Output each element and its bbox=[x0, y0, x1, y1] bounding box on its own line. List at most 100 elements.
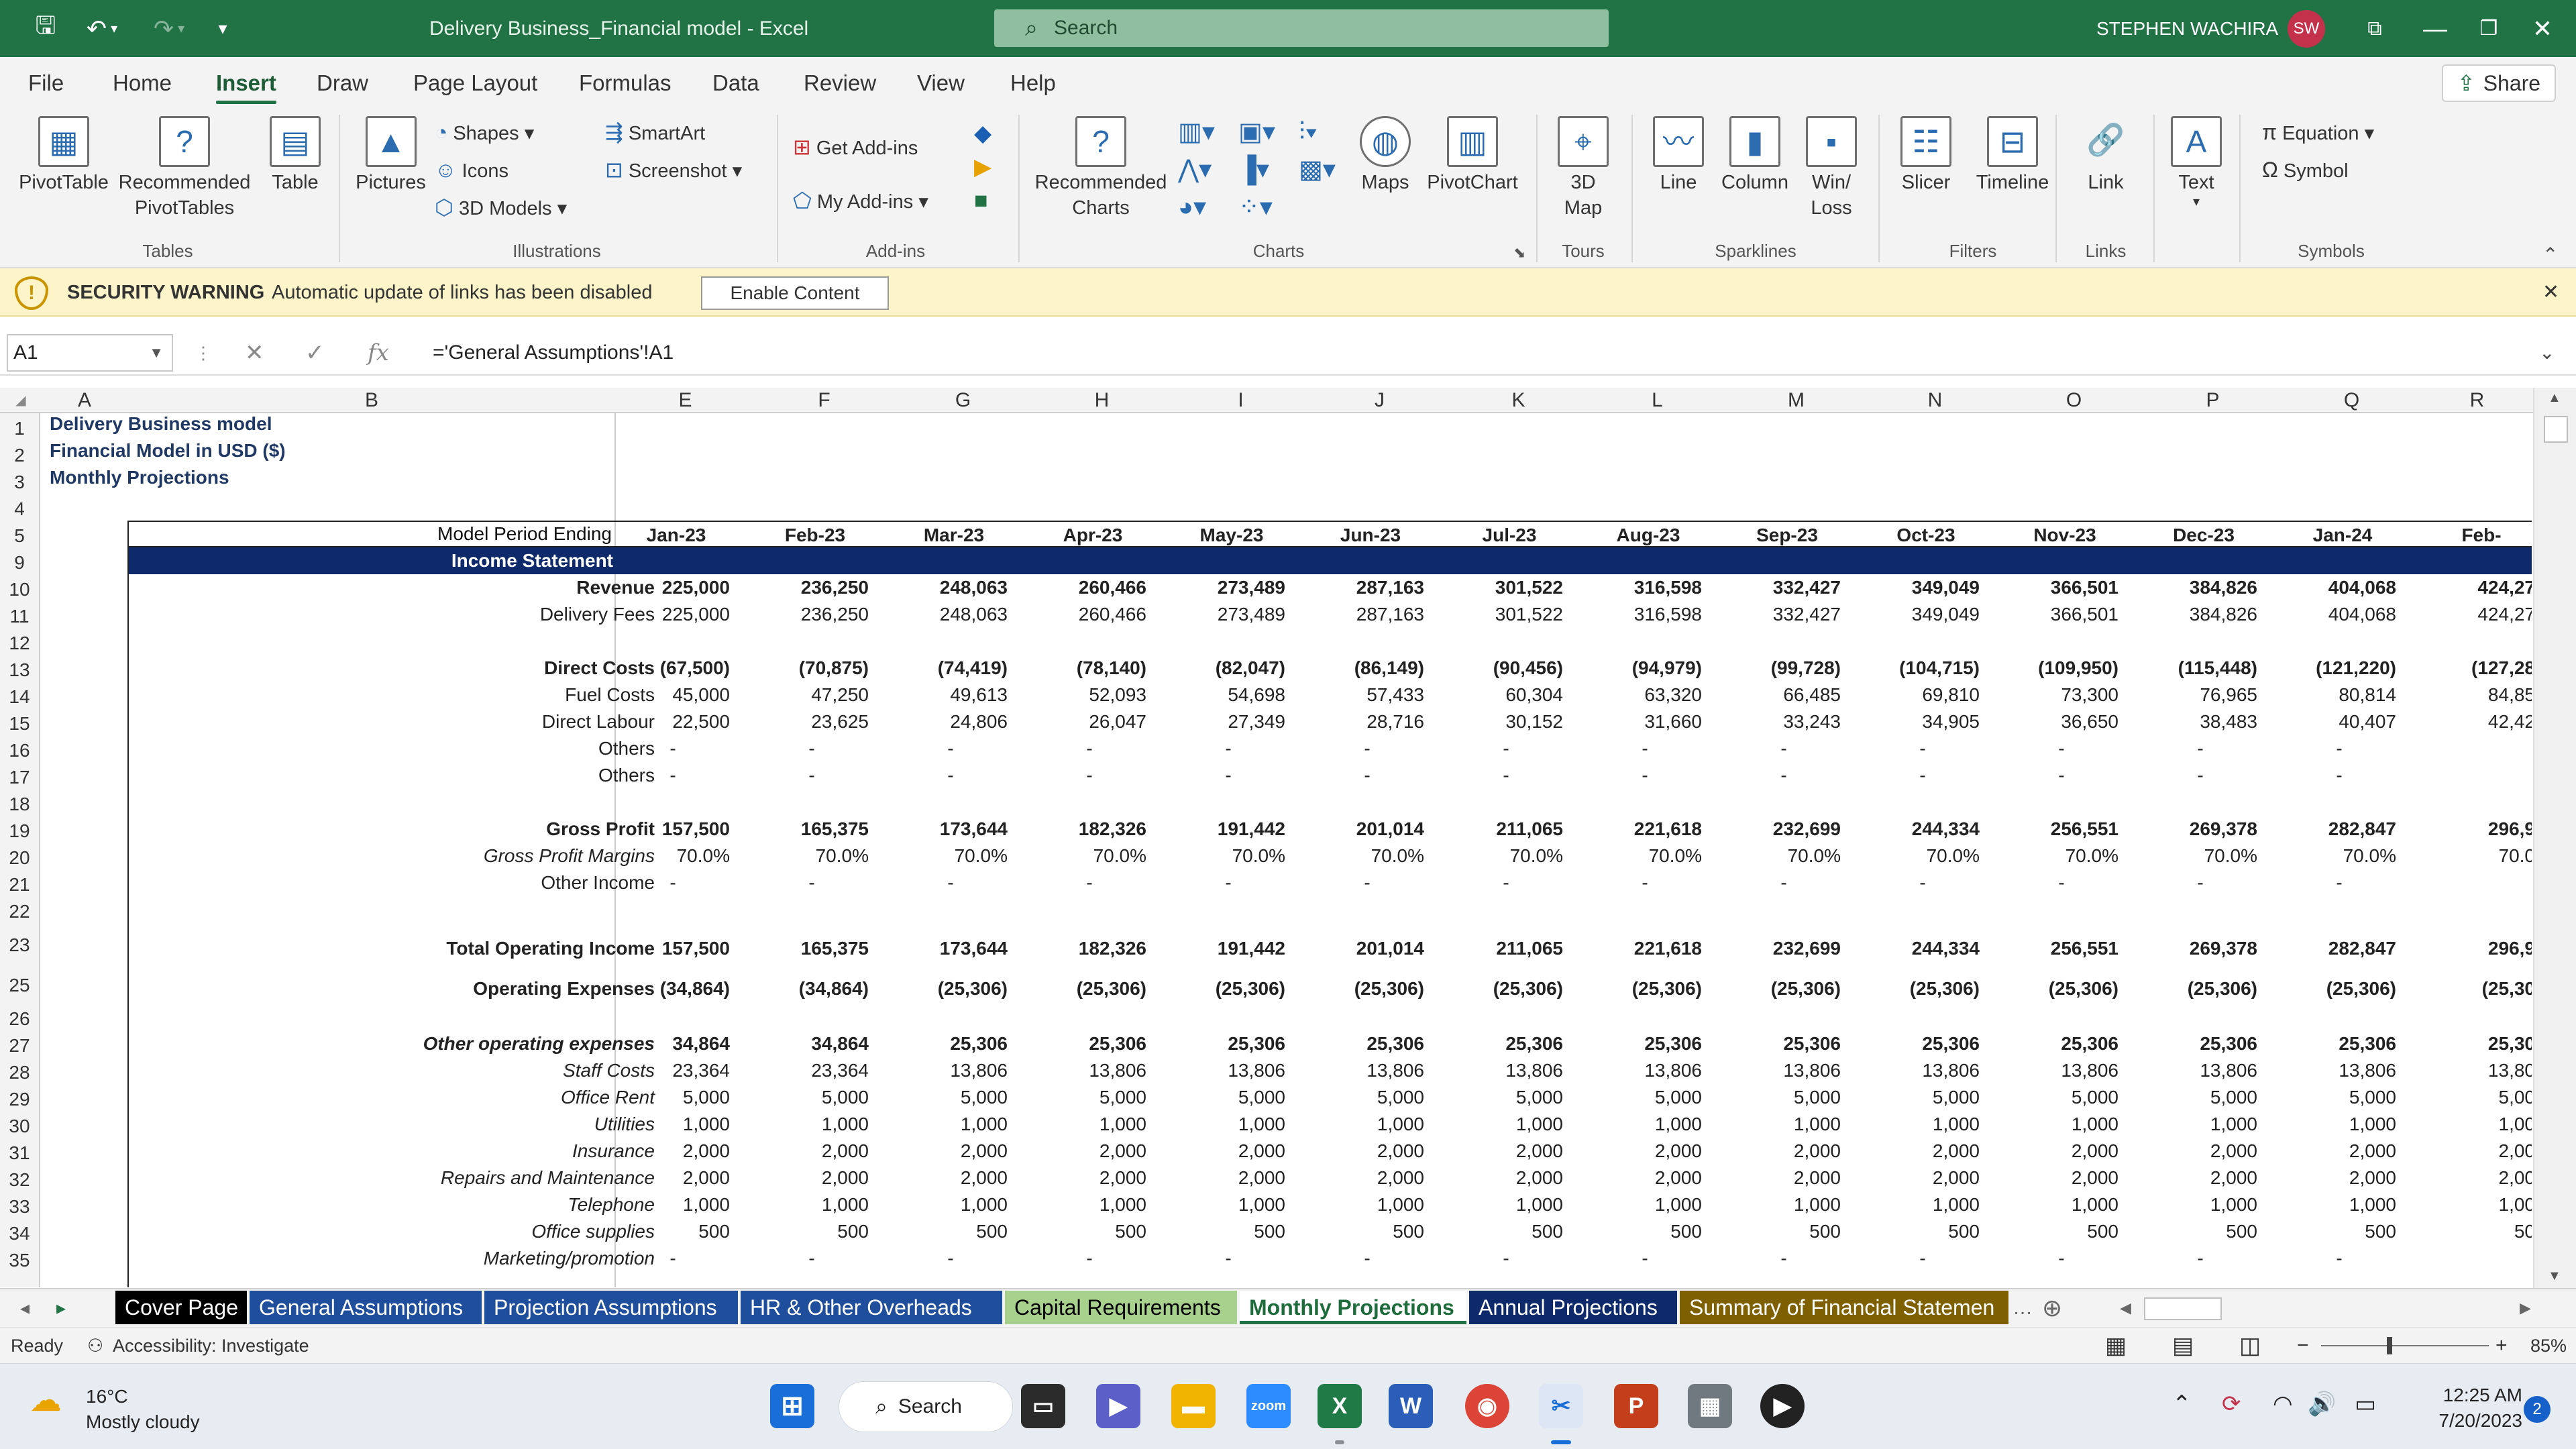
line-item-value[interactable]: 34,864 bbox=[755, 1033, 869, 1055]
column-chart-icon[interactable]: ▥▾ bbox=[1178, 113, 1215, 151]
row-header[interactable]: 1 bbox=[0, 413, 39, 440]
line-item-value[interactable]: 424,27 bbox=[2421, 604, 2532, 625]
line-item-label[interactable]: Operating Expenses bbox=[172, 978, 655, 1000]
line-item-value[interactable]: 13,806 bbox=[1449, 1060, 1563, 1081]
period-date[interactable]: May-23 bbox=[1171, 525, 1292, 546]
line-item-value[interactable]: - bbox=[1310, 765, 1424, 786]
line-item-value[interactable]: 5,000 bbox=[1310, 1087, 1424, 1108]
line-item-value[interactable]: 236,250 bbox=[755, 577, 869, 598]
line-item-value[interactable]: 225,000 bbox=[616, 604, 730, 625]
line-item-value[interactable]: 244,334 bbox=[1866, 938, 1980, 959]
line-item-value[interactable]: 33,243 bbox=[1727, 711, 1841, 733]
line-item-value[interactable]: 173,644 bbox=[894, 818, 1008, 840]
tab-draw[interactable]: Draw bbox=[317, 57, 368, 109]
line-item-value[interactable]: 2,000 bbox=[755, 1140, 869, 1162]
volume-icon[interactable]: 🔊 bbox=[2308, 1391, 2336, 1417]
sheet-tab[interactable]: Summary of Financial Statemen bbox=[1680, 1291, 2008, 1324]
scroll-down-icon[interactable]: ▼ bbox=[2548, 1269, 2561, 1284]
sparkline-line-button[interactable]: 〰 Line bbox=[1645, 116, 1712, 195]
excel-icon[interactable]: X bbox=[1318, 1384, 1362, 1428]
line-item-value[interactable]: 296,9 bbox=[2421, 818, 2532, 840]
line-item-value[interactable]: - bbox=[2282, 765, 2396, 786]
recommended-charts-button[interactable]: ? Recommended Charts bbox=[1030, 116, 1171, 221]
slicer-button[interactable]: ☷ Slicer bbox=[1889, 116, 1963, 195]
line-item-value[interactable]: 1,000 bbox=[1866, 1194, 1980, 1216]
line-item-value[interactable]: 5,000 bbox=[1866, 1087, 1980, 1108]
line-item-value[interactable]: - bbox=[1171, 765, 1285, 786]
line-item-value[interactable]: - bbox=[2282, 738, 2396, 759]
sparkline-winloss-button[interactable]: ▪ Win/ Loss bbox=[1798, 116, 1865, 221]
pivottable-button[interactable]: ▦ PivotTable bbox=[13, 116, 114, 195]
column-header-h[interactable]: H bbox=[1032, 388, 1171, 413]
line-item-value[interactable]: - bbox=[894, 738, 1008, 759]
hscroll-right-icon[interactable]: ▶ bbox=[2520, 1289, 2531, 1327]
line-item-value[interactable]: (25,306) bbox=[2143, 978, 2257, 1000]
restore-icon[interactable]: ❐ bbox=[2469, 0, 2509, 57]
line-item-value[interactable]: 25,306 bbox=[1310, 1033, 1424, 1055]
line-item-value[interactable]: 1,000 bbox=[2282, 1194, 2396, 1216]
line-item-value[interactable]: 301,522 bbox=[1449, 604, 1563, 625]
line-item-label[interactable]: Direct Labour bbox=[172, 711, 655, 733]
line-item-value[interactable]: 1,00 bbox=[2421, 1194, 2532, 1216]
line-item-value[interactable]: 13,806 bbox=[1171, 1060, 1285, 1081]
page-break-view-icon[interactable]: ◫ bbox=[2239, 1328, 2261, 1364]
line-item-value[interactable]: - bbox=[755, 1248, 869, 1269]
column-header-r[interactable]: R bbox=[2421, 388, 2533, 413]
share-button[interactable]: ⇪ Share bbox=[2442, 64, 2556, 102]
line-item-label[interactable]: Office supplies bbox=[172, 1221, 655, 1242]
line-item-value[interactable]: 70.0% bbox=[894, 845, 1008, 867]
line-item-value[interactable]: 70.0 bbox=[2421, 845, 2532, 867]
line-item-value[interactable]: (70,875) bbox=[755, 657, 869, 679]
column-header-o[interactable]: O bbox=[2004, 388, 2143, 413]
media-player-icon[interactable]: ▶ bbox=[1760, 1384, 1805, 1428]
line-item-value[interactable]: 191,442 bbox=[1171, 818, 1285, 840]
line-item-value[interactable]: 25,306 bbox=[1171, 1033, 1285, 1055]
line-item-value[interactable]: - bbox=[1866, 738, 1980, 759]
line-item-value[interactable]: 332,427 bbox=[1727, 604, 1841, 625]
line-item-value[interactable]: (25,306) bbox=[2282, 978, 2396, 1000]
line-item-value[interactable]: 31,660 bbox=[1588, 711, 1702, 733]
line-item-value[interactable]: 366,501 bbox=[2004, 577, 2118, 598]
line-item-value[interactable]: 165,375 bbox=[755, 818, 869, 840]
line-item-value[interactable]: 70.0% bbox=[1588, 845, 1702, 867]
line-item-value[interactable]: 2,000 bbox=[1449, 1140, 1563, 1162]
line-item-value[interactable]: 296,9 bbox=[2421, 938, 2532, 959]
line-item-value[interactable]: 5,000 bbox=[2004, 1087, 2118, 1108]
line-item-value[interactable]: 282,847 bbox=[2282, 938, 2396, 959]
row-header[interactable]: 22 bbox=[0, 896, 39, 923]
line-item-value[interactable]: 2,000 bbox=[1171, 1167, 1285, 1189]
column-header-g[interactable]: G bbox=[894, 388, 1032, 413]
line-item-value[interactable]: 157,500 bbox=[616, 818, 730, 840]
line-item-value[interactable]: 2,00 bbox=[2421, 1140, 2532, 1162]
row-header[interactable]: 11 bbox=[0, 601, 39, 628]
line-item-value[interactable]: - bbox=[2004, 1248, 2118, 1269]
line-item-value[interactable]: 260,466 bbox=[1032, 604, 1146, 625]
scroll-up-icon[interactable]: ▲ bbox=[2548, 390, 2561, 406]
sheet-tab[interactable]: HR & Other Overheads bbox=[741, 1291, 1002, 1324]
line-item-value[interactable]: 500 bbox=[1866, 1221, 1980, 1242]
enter-icon[interactable]: ✓ bbox=[305, 330, 325, 376]
line-item-label[interactable]: Gross Profit bbox=[172, 818, 655, 840]
line-item-value[interactable]: 1,000 bbox=[894, 1114, 1008, 1135]
line-item-value[interactable]: 1,000 bbox=[2143, 1194, 2257, 1216]
line-item-value[interactable]: 2,000 bbox=[1032, 1167, 1146, 1189]
line-item-value[interactable]: - bbox=[1310, 1248, 1424, 1269]
sheet-tab[interactable]: General Assumptions bbox=[250, 1291, 482, 1324]
line-item-value[interactable]: 28,716 bbox=[1310, 711, 1424, 733]
tab-page-layout[interactable]: Page Layout bbox=[413, 57, 537, 109]
line-item-value[interactable]: - bbox=[2004, 765, 2118, 786]
line-item-value[interactable]: 316,598 bbox=[1588, 604, 1702, 625]
line-item-value[interactable]: 500 bbox=[2143, 1221, 2257, 1242]
line-item-value[interactable]: 211,065 bbox=[1449, 938, 1563, 959]
line-item-value[interactable]: - bbox=[2143, 765, 2257, 786]
line-item-value[interactable]: 2,000 bbox=[616, 1140, 730, 1162]
vertical-scrollbar[interactable]: ▲ ▼ bbox=[2533, 388, 2576, 1288]
prev-sheet-icon[interactable]: ◂ bbox=[20, 1289, 30, 1327]
line-item-value[interactable]: 25,306 bbox=[2143, 1033, 2257, 1055]
period-date[interactable]: Jan-24 bbox=[2282, 525, 2403, 546]
line-item-label[interactable]: Direct Costs bbox=[172, 657, 655, 679]
maps-button[interactable]: ◍ Maps bbox=[1348, 116, 1422, 195]
row-header[interactable]: 35 bbox=[0, 1245, 39, 1272]
line-chart-icon[interactable]: ⋀▾ bbox=[1178, 151, 1212, 189]
column-header-j[interactable]: J bbox=[1310, 388, 1449, 413]
